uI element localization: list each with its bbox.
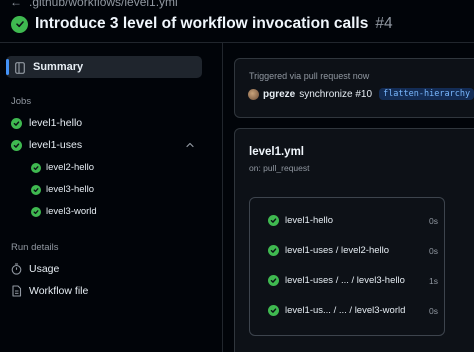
workflow-name: level1.yml <box>249 146 304 158</box>
success-check-icon <box>268 245 279 256</box>
trigger-label: Triggered via pull request now <box>249 71 370 81</box>
sidebar-divider <box>222 43 223 352</box>
success-check-icon <box>11 15 28 33</box>
workflow-graph-card: level1.yml on: pull_request level1-hello… <box>234 128 474 352</box>
run-number: #4 <box>375 15 393 32</box>
job-group-box: level1-hello 0s level1-uses / level2-hel… <box>249 197 445 336</box>
success-check-icon <box>268 305 279 316</box>
workflow-trigger-event: on: pull_request <box>249 163 310 173</box>
graph-job-label: level1-uses / level2-hello <box>285 245 390 256</box>
sidebar-item-label: Usage <box>29 263 60 275</box>
sidebar-item-label: Workflow file <box>29 285 89 297</box>
job-duration: 1s <box>429 275 438 286</box>
sidebar-item-level2-hello[interactable]: level2-hello <box>31 162 94 173</box>
graph-job-level3-hello[interactable]: level1-uses / ... / level3-hello 1s <box>268 275 438 286</box>
sidebar-item-workflow-file[interactable]: Workflow file <box>11 285 88 297</box>
success-check-icon <box>11 139 22 151</box>
sidebar-item-label: level3-world <box>46 206 97 217</box>
home-icon <box>15 61 25 74</box>
sidebar-item-level3-world[interactable]: level3-world <box>31 206 97 217</box>
active-indicator <box>6 59 9 75</box>
header-divider <box>0 42 474 43</box>
sidebar-item-label: level1-uses <box>29 139 83 151</box>
success-check-icon <box>11 117 22 129</box>
sidebar-item-label: level1-hello <box>29 117 83 129</box>
run-details-heading: Run details <box>11 242 59 253</box>
graph-job-label: level1-us... / ... / level3-world <box>285 305 406 316</box>
file-icon <box>12 285 22 297</box>
sidebar-item-label: level2-hello <box>46 162 95 173</box>
sidebar-item-level3-hello[interactable]: level3-hello <box>31 184 94 195</box>
jobs-heading: Jobs <box>11 96 32 107</box>
workflow-run-page: ← .github/workflows/level1.yml Introduce… <box>0 0 474 352</box>
sidebar-item-level1-hello[interactable]: level1-hello <box>11 117 82 129</box>
success-check-icon <box>268 275 279 286</box>
job-duration: 0s <box>429 245 438 256</box>
back-arrow-icon[interactable]: ← <box>10 0 22 9</box>
breadcrumb[interactable]: ← .github/workflows/level1.yml <box>10 0 178 9</box>
graph-job-label: level1-hello <box>285 215 334 226</box>
graph-job-label: level1-uses / ... / level3-hello <box>285 275 405 286</box>
sidebar-item-label: Summary <box>33 61 84 73</box>
trigger-card: Triggered via pull request now pgreze sy… <box>234 58 474 118</box>
sidebar-item-summary[interactable]: Summary <box>6 56 202 78</box>
chevron-up-icon[interactable] <box>185 140 195 150</box>
graph-job-level2-hello[interactable]: level1-uses / level2-hello 0s <box>268 245 438 256</box>
page-title: Introduce 3 level of workflow invocation… <box>11 13 393 35</box>
job-duration: 0s <box>429 305 438 316</box>
sidebar-item-label: level3-hello <box>46 184 95 195</box>
breadcrumb-path[interactable]: .github/workflows/level1.yml <box>29 0 178 9</box>
success-check-icon <box>31 184 41 195</box>
success-check-icon <box>268 215 279 226</box>
trigger-action[interactable]: synchronize #10 <box>299 89 372 100</box>
sidebar-item-level1-uses[interactable]: level1-uses <box>11 139 82 151</box>
job-duration: 0s <box>429 215 438 226</box>
stopwatch-icon <box>11 263 22 275</box>
sidebar-item-usage[interactable]: Usage <box>11 263 59 275</box>
success-check-icon <box>31 206 41 217</box>
success-check-icon <box>31 162 41 173</box>
graph-job-level1-hello[interactable]: level1-hello 0s <box>268 215 438 226</box>
run-title: Introduce 3 level of workflow invocation… <box>35 15 369 32</box>
trigger-details: pgreze synchronize #10 flatten-hierarchy <box>248 88 474 100</box>
avatar[interactable] <box>248 88 259 100</box>
branch-badge[interactable]: flatten-hierarchy <box>379 88 474 100</box>
trigger-user-link[interactable]: pgreze <box>263 89 295 100</box>
graph-job-level3-world[interactable]: level1-us... / ... / level3-world 0s <box>268 305 438 316</box>
